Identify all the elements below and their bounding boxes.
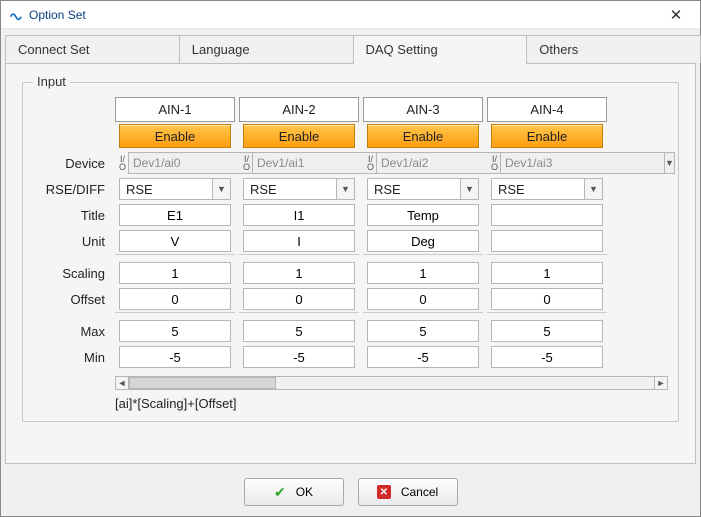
enable-button[interactable]: Enable	[243, 124, 355, 148]
formula-text: [ai]*[Scaling]+[Offset]	[33, 390, 668, 411]
close-button[interactable]: ✕	[658, 1, 694, 28]
check-icon: ✔	[274, 484, 286, 501]
close-icon: ✕	[377, 485, 391, 499]
io-icon: I/ O	[119, 155, 126, 171]
ok-label: OK	[296, 485, 313, 499]
rse-select[interactable]: RSE▼	[243, 178, 355, 200]
cancel-button[interactable]: ✕ Cancel	[358, 478, 458, 506]
offset-field[interactable]	[119, 288, 231, 310]
tab-daq-setting[interactable]: DAQ Setting	[353, 35, 528, 63]
offset-field[interactable]	[491, 288, 603, 310]
horizontal-scrollbar[interactable]: ◄ ►	[115, 376, 668, 390]
window-title: Option Set	[29, 8, 658, 22]
row-label-max: Max	[33, 318, 111, 344]
max-field[interactable]	[367, 320, 479, 342]
cancel-label: Cancel	[401, 485, 438, 499]
rse-select[interactable]: RSE▼	[119, 178, 231, 200]
scaling-field[interactable]	[367, 262, 479, 284]
unit-field[interactable]	[119, 230, 231, 252]
io-icon: I/ O	[243, 155, 250, 171]
col-header-ain3: AIN-3	[363, 97, 483, 122]
title-field[interactable]	[367, 204, 479, 226]
input-group: Input AIN-1 AIN-2 AIN-3 AIN-4 Enable Ena…	[22, 82, 679, 422]
chevron-down-icon[interactable]: ▼	[213, 178, 231, 200]
unit-field[interactable]	[491, 230, 603, 252]
tab-body: Input AIN-1 AIN-2 AIN-3 AIN-4 Enable Ena…	[5, 63, 696, 464]
io-icon: I/ O	[367, 155, 374, 171]
row-label-unit: Unit	[33, 228, 111, 254]
scroll-right-icon[interactable]: ►	[654, 376, 668, 390]
title-field[interactable]	[119, 204, 231, 226]
offset-field[interactable]	[243, 288, 355, 310]
scroll-track[interactable]	[129, 376, 654, 390]
titlebar: Option Set ✕	[1, 1, 700, 29]
scaling-field[interactable]	[491, 262, 603, 284]
min-field[interactable]	[119, 346, 231, 368]
scaling-field[interactable]	[119, 262, 231, 284]
io-icon: I/ O	[491, 155, 498, 171]
offset-field[interactable]	[367, 288, 479, 310]
tab-language[interactable]: Language	[179, 35, 354, 63]
enable-button[interactable]: Enable	[119, 124, 231, 148]
tab-connect-set[interactable]: Connect Set	[5, 35, 180, 63]
col-header-ain1: AIN-1	[115, 97, 235, 122]
col-header-ain2: AIN-2	[239, 97, 359, 122]
min-field[interactable]	[491, 346, 603, 368]
row-label-min: Min	[33, 344, 111, 370]
dialog-footer: ✔ OK ✕ Cancel	[1, 468, 700, 516]
scaling-field[interactable]	[243, 262, 355, 284]
title-field[interactable]	[243, 204, 355, 226]
col-header-ain4: AIN-4	[487, 97, 607, 122]
unit-field[interactable]	[367, 230, 479, 252]
chevron-down-icon[interactable]: ▼	[585, 178, 603, 200]
title-field[interactable]	[491, 204, 603, 226]
chevron-down-icon[interactable]: ▼	[665, 152, 675, 174]
row-label-device: Device	[33, 150, 111, 176]
scroll-thumb[interactable]	[129, 377, 276, 389]
row-label-rsediff: RSE/DIFF	[33, 176, 111, 202]
min-field[interactable]	[243, 346, 355, 368]
ok-button[interactable]: ✔ OK	[244, 478, 344, 506]
row-label-offset: Offset	[33, 286, 111, 312]
group-title: Input	[33, 74, 70, 89]
row-label-title: Title	[33, 202, 111, 228]
chevron-down-icon[interactable]: ▼	[337, 178, 355, 200]
enable-button[interactable]: Enable	[491, 124, 603, 148]
channel-grid: AIN-1 AIN-2 AIN-3 AIN-4 Enable Enable En…	[33, 97, 668, 370]
min-field[interactable]	[367, 346, 479, 368]
app-icon	[7, 7, 23, 23]
rse-select[interactable]: RSE▼	[367, 178, 479, 200]
enable-button[interactable]: Enable	[367, 124, 479, 148]
unit-field[interactable]	[243, 230, 355, 252]
row-label-scaling: Scaling	[33, 260, 111, 286]
max-field[interactable]	[119, 320, 231, 342]
max-field[interactable]	[491, 320, 603, 342]
device-field[interactable]	[500, 152, 665, 174]
chevron-down-icon[interactable]: ▼	[461, 178, 479, 200]
max-field[interactable]	[243, 320, 355, 342]
tab-others[interactable]: Others	[526, 35, 701, 63]
scroll-left-icon[interactable]: ◄	[115, 376, 129, 390]
option-set-window: Option Set ✕ Connect Set Language DAQ Se…	[0, 0, 701, 517]
tab-bar: Connect Set Language DAQ Setting Others	[1, 29, 700, 63]
rse-select[interactable]: RSE▼	[491, 178, 603, 200]
